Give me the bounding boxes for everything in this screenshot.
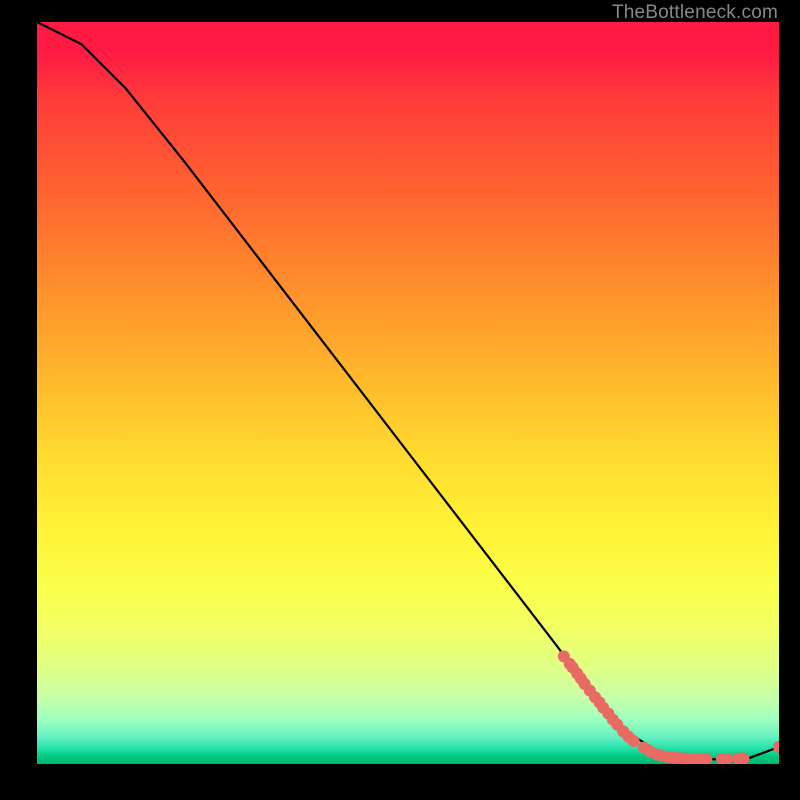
data-point — [628, 735, 640, 747]
chart-svg — [37, 22, 779, 764]
data-point — [773, 741, 779, 753]
scatter-points — [558, 650, 779, 764]
plot-area — [37, 22, 779, 764]
watermark-text: TheBottleneck.com — [612, 2, 778, 24]
data-point — [737, 752, 749, 764]
curve-line — [37, 22, 779, 760]
